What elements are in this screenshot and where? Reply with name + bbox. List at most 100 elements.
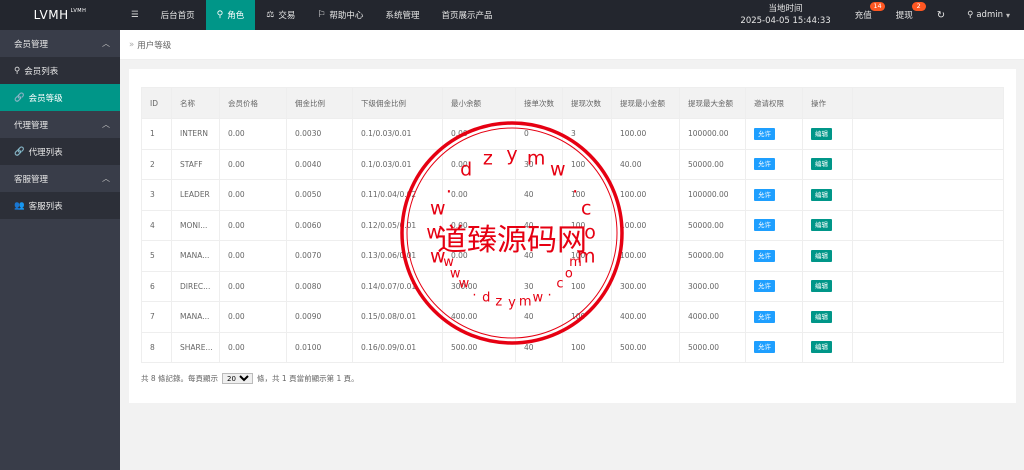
sidebar-group-members[interactable]: 会员管理 ︿ [0,30,120,57]
withdraw-label: 提现 [895,11,913,21]
sidebar-item-label: 会员列表 [24,66,59,77]
user-icon: ⚲ [967,10,974,20]
table-cell: 5 [141,240,172,272]
table-cell: 0.1/0.03/0.01 [352,118,443,150]
sidebar-group-support[interactable]: 客服管理 ︿ [0,165,120,192]
table-cell: 1 [141,118,172,150]
nav-trade[interactable]: ⚖ 交易 [255,0,306,30]
table-cell: 0.0040 [286,148,353,180]
nav-role[interactable]: ⚲ 角色 [205,0,256,30]
sidebar-group-agents[interactable]: 代理管理 ︿ [0,111,120,138]
sidebar-item-agent-list[interactable]: 🔗 代理列表 [0,138,120,165]
nav-label: 后台首页 [160,11,195,21]
table-cell: 0.13/0.06/0.01 [352,240,443,272]
menu-toggle-button[interactable]: ☰ [120,0,150,30]
edit-button[interactable]: 编辑 [811,219,832,232]
sidebar: 会员管理 ︿ ⚲ 会员列表 🔗 会员等级 代理管理 ︿ 🔗 代理列表 客服管理 … [0,30,120,470]
recharge-link[interactable]: 充值 14 [843,0,885,30]
refresh-icon[interactable]: ↻ [925,10,957,21]
table-cell: 5000.00 [679,331,746,363]
invite-permission-cell: 允许 [745,209,803,241]
allow-button[interactable]: 允许 [754,249,775,262]
table-cell: MONI... [171,209,220,241]
table-cell: 100 [562,301,612,333]
table-row: 6 DIREC... 0.00 0.0080 0.14/0.07/0.01 300.00 3… [141,270,1004,302]
action-cell: 编辑 [802,270,853,302]
edit-button[interactable]: 编辑 [811,158,832,171]
nav-help[interactable]: ⚐ 帮助中心 [306,0,374,30]
flag-icon: ⚐ [317,10,326,20]
table-cell: 3 [141,179,172,211]
top-bar: LVMH LVMH ☰ 后台首页 ⚲ 角色 ⚖ 交易 ⚐ 帮助中心 系统管理 首页展示产… [0,0,1024,30]
table-cell: 0.11/0.04/0.02 [352,179,443,211]
table-cell: 0.00 [219,301,287,333]
withdraw-link[interactable]: 提现 2 [884,0,926,30]
table-row: 5 MANA... 0.00 0.0070 0.13/0.06/0.01 0.00 40 10… [141,240,1004,272]
table-cell: 100.00 [611,118,680,150]
table-cell: 0.0090 [286,301,353,333]
per-page-select[interactable]: 20 [222,373,254,384]
sidebar-item-member-level[interactable]: 🔗 会员等级 [0,84,120,111]
table-cell: MANA... [171,301,220,333]
table-cell: LEADER [171,179,220,211]
sidebar-item-label: 客服列表 [28,201,63,212]
app-logo[interactable]: LVMH LVMH [0,0,120,30]
table-cell: 100 [562,270,612,302]
link-icon: 🔗 [14,146,25,157]
allow-button[interactable]: 允许 [754,219,775,232]
user-icon: ⚲ [14,65,21,76]
sidebar-item-member-list[interactable]: ⚲ 会员列表 [0,57,120,84]
edit-button[interactable]: 编辑 [811,310,832,323]
allow-button[interactable]: 允许 [754,310,775,323]
edit-button[interactable]: 编辑 [811,280,832,293]
withdraw-badge: 2 [911,2,926,11]
column-header: 名称 [171,87,220,119]
breadcrumb-separator: » [129,39,135,50]
nav-system[interactable]: 系统管理 [374,0,430,30]
table-row: 8 SHARE... 0.00 0.0100 0.16/0.09/0.01 500.00 4… [141,331,1004,363]
breadcrumb: » 用户等级 [120,30,1024,60]
table-cell: 500.00 [611,331,680,363]
table-cell: 0.14/0.07/0.01 [352,270,443,302]
table-cell: 50000.00 [679,240,746,272]
table-body: 1 INTERN 0.00 0.0030 0.1/0.03/0.01 0.00 0 3 100.… [141,118,1004,363]
table-cell: 2 [141,148,172,180]
table-cell: 0.00 [219,270,287,302]
table-cell: 100000.00 [679,118,746,150]
table-cell: 0.12/0.05/0.01 [352,209,443,241]
edit-button[interactable]: 编辑 [811,127,832,140]
allow-button[interactable]: 允许 [754,341,775,354]
column-header: 会员价格 [219,87,287,119]
table-cell: 0.00 [219,209,287,241]
users-icon: 👥 [14,200,25,211]
chevron-up-icon: ︿ [102,39,110,48]
edit-button[interactable]: 编辑 [811,188,832,201]
allow-button[interactable]: 允许 [754,188,775,201]
edit-button[interactable]: 编辑 [811,341,832,354]
column-header: 提现次数 [562,87,612,119]
nav-products[interactable]: 首页展示产品 [430,0,503,30]
table-cell: 300.00 [442,270,516,302]
nav-dashboard[interactable]: 后台首页 [150,0,206,30]
time-label: 当地时间 [768,4,803,14]
link-icon: 🔗 [14,92,25,103]
edit-button[interactable]: 编辑 [811,249,832,262]
table-cell: 100.00 [611,209,680,241]
table-cell: 0.0100 [286,331,353,363]
allow-button[interactable]: 允许 [754,127,775,140]
table-row: 4 MONI... 0.00 0.0060 0.12/0.05/0.01 0.00 40 10… [141,209,1004,241]
table-cell: 100 [562,179,612,211]
table-cell: 0 [515,118,563,150]
sidebar-item-support-list[interactable]: 👥 客服列表 [0,192,120,219]
action-cell: 编辑 [802,118,853,150]
user-menu[interactable]: ⚲ admin ▾ [957,10,1024,20]
table-cell: 0.00 [442,240,516,272]
allow-button[interactable]: 允许 [754,280,775,293]
breadcrumb-current[interactable]: 用户等级 [137,39,171,51]
pager-suffix: 條，共 1 頁當前顯示第 1 頁。 [257,374,359,383]
content-card: ID 名称 会员价格 佣金比例 下级佣金比例 最小余额 接单次数 提现次数 提现… [129,69,1016,403]
menu-icon: ☰ [131,10,139,20]
table-cell: 4000.00 [679,301,746,333]
allow-button[interactable]: 允许 [754,158,775,171]
table-cell: 0.00 [219,331,287,363]
